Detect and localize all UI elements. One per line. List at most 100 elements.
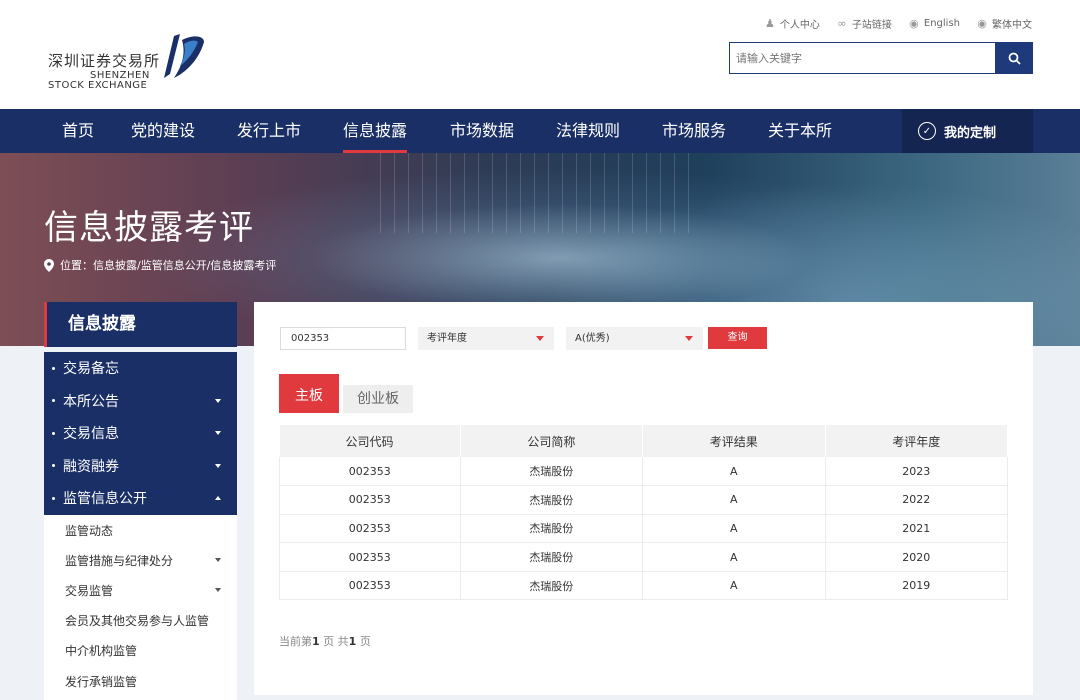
toplink-label: 繁体中文: [992, 20, 1032, 31]
toplink-label: 个人中心: [779, 20, 820, 31]
chevron-down-icon: [215, 398, 221, 403]
col-code: 公司代码: [279, 425, 461, 457]
bullet-icon: [52, 366, 55, 370]
toplink-label: English: [923, 18, 960, 29]
sidebar-item-label: 本所公告: [63, 393, 119, 410]
bullet-icon: [52, 431, 55, 435]
toplink-label: 子站链接: [851, 20, 892, 31]
search-button[interactable]: [995, 42, 1033, 74]
nav-item-services[interactable]: 市场服务: [662, 109, 726, 153]
sidebar-item-margin[interactable]: 融资融券: [44, 450, 237, 483]
page-title: 信息披露考评: [44, 208, 254, 248]
subitem-regulatory-news[interactable]: 监管动态: [44, 515, 237, 545]
cell-year: 2020: [825, 542, 1008, 572]
toplink-english[interactable]: ◉ English: [908, 16, 960, 31]
sidebar-item-label: 监管信息公开: [63, 491, 147, 508]
cell-result: A: [642, 457, 826, 487]
sidebar-item-announcements[interactable]: 本所公告: [44, 385, 237, 418]
sidebar-menu: 交易备忘 本所公告 交易信息 融资融券 监管信息公开: [44, 352, 237, 515]
nav-item-market-data[interactable]: 市场数据: [450, 109, 514, 153]
site-header: 深圳证券交易所 SHENZHEN STOCK EXCHANGE ♟ 个人中心 ∞…: [0, 0, 1080, 109]
nav-item-about[interactable]: 关于本所: [768, 109, 832, 153]
cell-year: 2019: [825, 571, 1008, 601]
sidebar-item-trading-info[interactable]: 交易信息: [44, 417, 237, 450]
globe-icon: ◉: [909, 16, 919, 30]
toplink-traditional[interactable]: ◉ 繁体中文: [976, 16, 1032, 31]
cell-name: 杰瑞股份: [460, 571, 644, 601]
bullet-icon: [52, 464, 55, 468]
search-icon: [1008, 52, 1021, 65]
chevron-down-icon: [215, 431, 221, 435]
table-row: 002353 杰瑞股份 A 2023: [279, 457, 1008, 487]
subitem-member-supervision[interactable]: 会员及其他交易参与人监管: [44, 606, 237, 636]
chevron-down-icon: [215, 588, 221, 593]
cell-year: 2023: [825, 457, 1008, 487]
search-input[interactable]: [729, 42, 995, 74]
subitem-label: 交易监管: [65, 583, 114, 598]
nav-item-disclosure[interactable]: 信息披露: [343, 109, 408, 153]
chevron-down-icon: [215, 463, 221, 468]
bullet-icon: [52, 399, 55, 403]
dropdown-arrow-icon: [685, 336, 693, 341]
sidebar-item-trading-memo[interactable]: 交易备忘: [44, 352, 237, 385]
sidebar-submenu: 监管动态 监管措施与纪律处分 交易监管 会员及其他交易参与人监管 中介机构监管 …: [44, 515, 237, 700]
subitem-intermediary[interactable]: 中介机构监管: [44, 636, 237, 666]
szse-logo-icon[interactable]: [160, 30, 206, 82]
tab-chinext[interactable]: 创业板: [343, 385, 413, 413]
chevron-down-icon: [215, 558, 221, 563]
sidebar-item-regulatory[interactable]: 监管信息公开: [44, 482, 237, 515]
cell-name: 杰瑞股份: [460, 542, 644, 572]
cell-result: A: [642, 485, 826, 515]
cell-code: 002353: [279, 542, 461, 572]
sidebar-title: 信息披露: [44, 302, 237, 347]
table-row: 002353 杰瑞股份 A 2022: [279, 485, 1008, 515]
main-nav: 首页 党的建设 发行上市 信息披露 市场数据 法律规则 市场服务 关于本所 ✓ …: [0, 109, 1080, 153]
cell-year: 2021: [825, 514, 1008, 544]
subitem-underwriting[interactable]: 发行承销监管: [44, 666, 237, 696]
pager-suffix: 页: [359, 635, 371, 648]
cell-code: 002353: [279, 457, 461, 487]
subitem-measures[interactable]: 监管措施与纪律处分: [44, 545, 237, 575]
location-pin-icon: [44, 258, 54, 272]
query-button[interactable]: 查询: [708, 327, 767, 349]
content-panel: 考评年度 A(优秀) 查询 主板 创业板 公司代码 公司简称 考评结果 考评年度…: [254, 302, 1033, 695]
nav-item-home[interactable]: 首页: [62, 109, 94, 153]
sidebar-item-label: 融资融券: [63, 458, 119, 475]
subitem-trading-supervision[interactable]: 交易监管: [44, 575, 237, 605]
col-year: 考评年度: [825, 425, 1008, 457]
pagination-info: 当前第1 页 共1 页: [279, 633, 371, 649]
compass-icon: ✓: [918, 122, 936, 140]
year-select-value: 考评年度: [427, 333, 467, 344]
dropdown-arrow-icon: [536, 336, 544, 341]
cell-name: 杰瑞股份: [460, 457, 644, 487]
result-select[interactable]: A(优秀): [566, 327, 703, 350]
results-table: 公司代码 公司简称 考评结果 考评年度 002353 杰瑞股份 A 2023 0…: [279, 425, 1008, 601]
cell-name: 杰瑞股份: [460, 485, 644, 515]
cell-result: A: [642, 542, 826, 572]
logo-cn[interactable]: 深圳证券交易所: [48, 50, 160, 71]
globe-icon: ◉: [977, 16, 987, 30]
nav-item-party[interactable]: 党的建设: [131, 109, 195, 153]
col-result: 考评结果: [642, 425, 826, 457]
my-custom-button[interactable]: ✓ 我的定制: [902, 109, 1033, 153]
cell-result: A: [642, 514, 826, 544]
user-icon: ♟: [764, 16, 775, 30]
breadcrumb-text[interactable]: 位置：信息披露/监管信息公开/信息披露考评: [60, 257, 276, 273]
table-row: 002353 杰瑞股份 A 2021: [279, 514, 1008, 544]
toplink-subsite[interactable]: ∞ 子站链接: [836, 16, 892, 31]
top-links: ♟ 个人中心 ∞ 子站链接 ◉ English ◉ 繁体中文: [764, 16, 1032, 31]
tab-main-board[interactable]: 主板: [279, 374, 339, 413]
sidebar-item-label: 交易信息: [63, 426, 119, 443]
pager-prefix: 当前第: [279, 635, 312, 648]
bullet-icon: [52, 496, 55, 500]
nav-item-listing[interactable]: 发行上市: [237, 109, 301, 153]
sidebar-item-label: 交易备忘: [63, 361, 119, 378]
table-row: 002353 杰瑞股份 A 2020: [279, 542, 1008, 572]
company-code-input[interactable]: [280, 327, 406, 350]
col-name: 公司简称: [460, 425, 644, 457]
cell-name: 杰瑞股份: [460, 514, 644, 544]
year-select[interactable]: 考评年度: [418, 327, 554, 350]
nav-item-rules[interactable]: 法律规则: [556, 109, 620, 153]
toplink-user-center[interactable]: ♟ 个人中心: [764, 16, 820, 31]
cell-code: 002353: [279, 485, 461, 515]
